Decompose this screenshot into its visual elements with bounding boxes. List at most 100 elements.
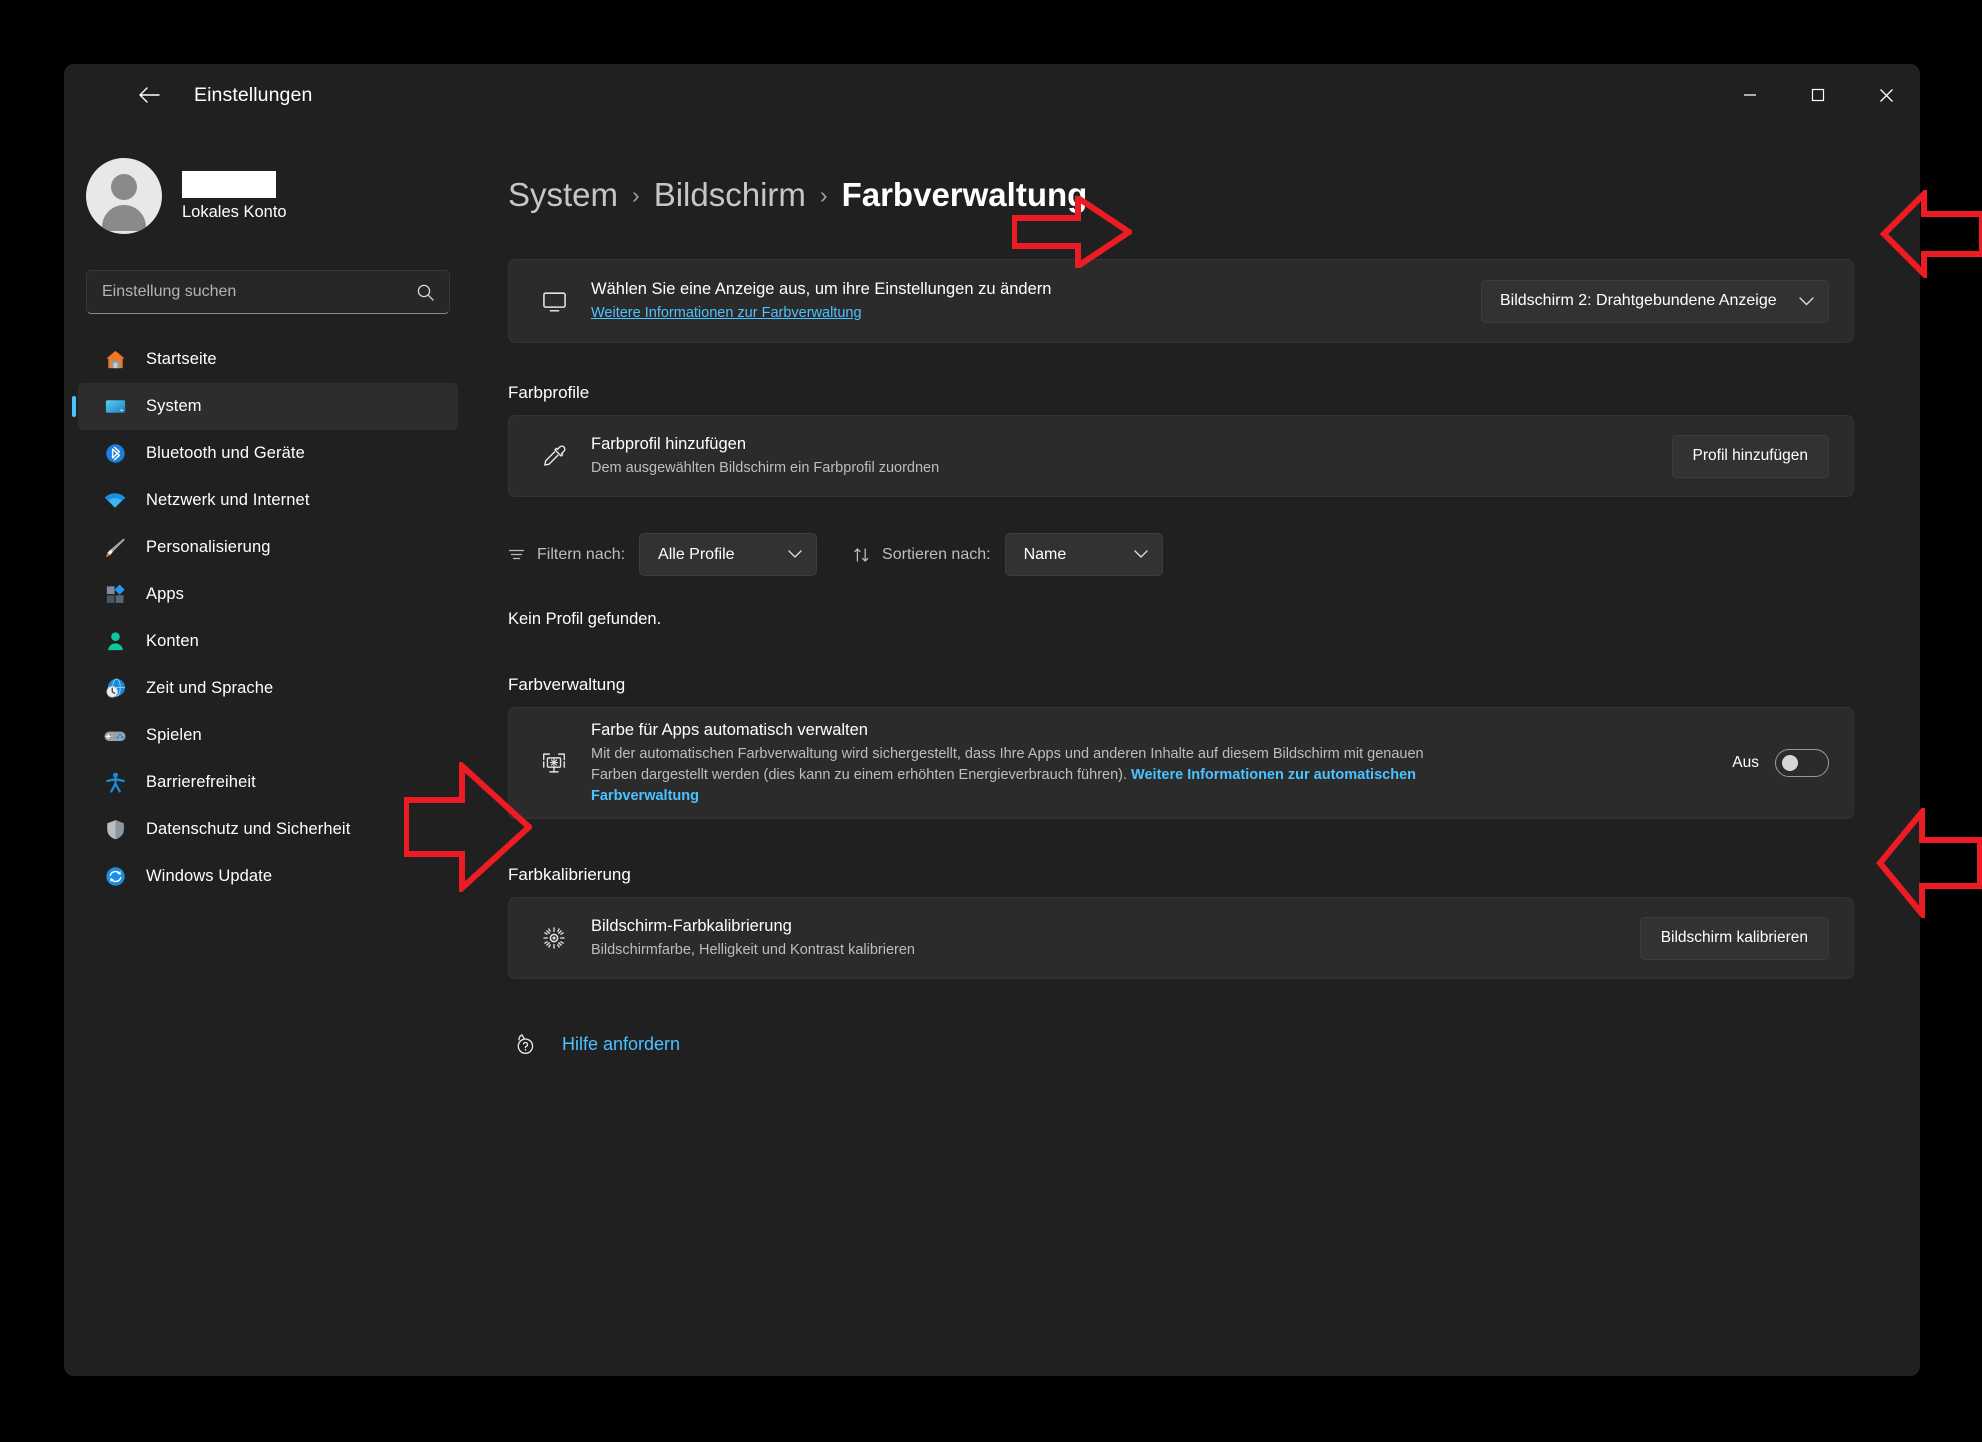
wifi-icon — [102, 489, 128, 513]
avatar-head — [111, 174, 137, 200]
back-arrow-icon — [139, 87, 160, 103]
breadcrumb-system[interactable]: System — [508, 176, 618, 214]
window-title: Einstellungen — [194, 83, 313, 106]
user-account-icon — [102, 630, 128, 653]
display-calibration-card: Bildschirm-Farbkalibrierung Bildschirmfa… — [508, 897, 1854, 979]
account-subtitle: Lokales Konto — [182, 202, 287, 221]
color-calibration-heading: Farbkalibrierung — [508, 865, 631, 884]
paintbrush-icon — [102, 536, 128, 559]
chevron-down-icon — [1133, 550, 1148, 559]
breadcrumb-separator: › — [632, 181, 640, 208]
search-box[interactable] — [86, 270, 450, 314]
auto-color-management-title: Farbe für Apps automatisch verwalten — [591, 721, 868, 740]
page-title: Farbverwaltung — [841, 176, 1088, 213]
back-button[interactable] — [126, 72, 172, 118]
add-color-profile-title: Farbprofil hinzufügen — [591, 435, 747, 454]
bluetooth-icon — [102, 442, 128, 465]
sort-dropdown[interactable]: Name — [1004, 533, 1163, 576]
sidebar-item-label: Personalisierung — [146, 538, 271, 556]
filter-dropdown-value: Alle Profile — [658, 545, 735, 563]
sidebar-item-apps[interactable]: Apps — [78, 571, 458, 618]
help-question-icon — [508, 1031, 542, 1057]
auto-color-toggle-group: Aus — [1732, 749, 1829, 777]
accessibility-icon — [102, 771, 128, 794]
color-profiles-heading: Farbprofile — [508, 383, 590, 402]
account-block[interactable]: Lokales Konto — [64, 148, 472, 244]
get-help-link[interactable]: Hilfe anfordern — [562, 1034, 680, 1055]
display-selector-card: Wählen Sie eine Anzeige aus, um ihre Ein… — [508, 259, 1854, 343]
chevron-down-icon — [1799, 296, 1814, 306]
auto-color-monitor-icon — [533, 749, 575, 777]
auto-color-management-text: Farbe für Apps automatisch verwalten Mit… — [591, 719, 1704, 806]
color-management-info-link[interactable]: Weitere Informationen zur Farbverwaltung — [591, 305, 862, 321]
sidebar-item-zeit-und-sprache[interactable]: Zeit und Sprache — [78, 665, 458, 712]
sidebar-nav: Startseite System Bluetooth und Geräte N… — [64, 336, 472, 900]
sidebar-item-label: Startseite — [146, 350, 217, 368]
sidebar-item-label: Konten — [146, 632, 199, 650]
auto-color-toggle[interactable] — [1775, 749, 1829, 777]
sidebar-item-label: Barrierefreiheit — [146, 773, 256, 791]
account-text: Lokales Konto — [182, 170, 287, 222]
sidebar-item-label: Spielen — [146, 726, 202, 744]
auto-color-management-description: Mit der automatischen Farbverwaltung wir… — [591, 744, 1471, 807]
display-calibration-text: Bildschirm-Farbkalibrierung Bildschirmfa… — [591, 915, 1640, 960]
sidebar-item-label: System — [146, 397, 202, 415]
profile-filter-row: Filtern nach: Alle Profile Sortieren nac… — [508, 533, 1854, 576]
avatar-body — [102, 205, 146, 231]
sidebar: Lokales Konto Einstellung suchen Startse… — [64, 126, 472, 1376]
color-management-heading: Farbverwaltung — [508, 675, 626, 694]
chevron-down-icon — [788, 550, 802, 559]
toggle-knob — [1782, 755, 1798, 771]
settings-window: Einstellungen Lokales Konto Einstellung … — [64, 64, 1920, 1376]
sidebar-item-label: Zeit und Sprache — [146, 679, 274, 697]
minimize-icon — [1744, 94, 1756, 96]
maximize-button[interactable] — [1784, 64, 1852, 126]
sidebar-item-bluetooth-und-geraete[interactable]: Bluetooth und Geräte — [78, 430, 458, 477]
sort-label: Sortieren nach: — [882, 545, 991, 563]
sidebar-item-personalisierung[interactable]: Personalisierung — [78, 524, 458, 571]
clock-globe-icon — [102, 677, 128, 700]
window-controls — [1716, 64, 1920, 126]
close-button[interactable] — [1852, 64, 1920, 126]
monitor-icon — [533, 288, 575, 315]
sort-arrows-icon — [853, 547, 870, 563]
sidebar-item-label: Netzwerk und Internet — [146, 491, 310, 509]
get-help-row[interactable]: Hilfe anfordern — [508, 1031, 1854, 1057]
sidebar-item-label: Apps — [146, 585, 185, 603]
display-calibration-title: Bildschirm-Farbkalibrierung — [591, 917, 792, 936]
content-pane: System › Bildschirm › Farbverwaltung Wäh… — [472, 126, 1920, 1376]
add-profile-button[interactable]: Profil hinzufügen — [1671, 434, 1829, 478]
sidebar-item-label: Datenschutz und Sicherheit — [146, 820, 351, 838]
gamepad-icon — [102, 724, 128, 748]
sidebar-item-system[interactable]: System — [72, 383, 458, 430]
sidebar-item-label: Windows Update — [146, 867, 273, 885]
maximize-icon — [1811, 88, 1825, 102]
add-color-profile-card: Farbprofil hinzufügen Dem ausgewählten B… — [508, 415, 1854, 497]
sidebar-item-barrierefreiheit[interactable]: Barrierefreiheit — [78, 759, 458, 806]
eyedropper-icon — [533, 443, 575, 470]
sort-dropdown-value: Name — [1023, 545, 1067, 563]
filter-label: Filtern nach: — [537, 545, 626, 563]
window-body: Lokales Konto Einstellung suchen Startse… — [64, 126, 1920, 1376]
search-input[interactable] — [87, 283, 408, 301]
sidebar-item-konten[interactable]: Konten — [78, 618, 458, 665]
system-monitor-icon — [102, 395, 128, 418]
auto-color-management-card: Farbe für Apps automatisch verwalten Mit… — [508, 707, 1854, 819]
sidebar-item-datenschutz-und-sicherheit[interactable]: Datenschutz und Sicherheit — [78, 806, 458, 853]
avatar — [86, 158, 162, 234]
minimize-button[interactable] — [1716, 64, 1784, 126]
breadcrumb-bildschirm[interactable]: Bildschirm — [654, 176, 806, 214]
sidebar-item-netzwerk-und-internet[interactable]: Netzwerk und Internet — [78, 477, 458, 524]
calibrate-display-button[interactable]: Bildschirm kalibrieren — [1639, 916, 1829, 960]
filter-dropdown[interactable]: Alle Profile — [639, 533, 818, 576]
sidebar-item-windows-update[interactable]: Windows Update — [78, 853, 458, 900]
display-selector-text: Wählen Sie eine Anzeige aus, um ihre Ein… — [591, 278, 1481, 324]
search-icon — [408, 283, 449, 302]
home-icon — [102, 348, 128, 371]
sidebar-item-spielen[interactable]: Spielen — [78, 712, 458, 759]
display-dropdown[interactable]: Bildschirm 2: Drahtgebundene Anzeige — [1481, 279, 1829, 323]
close-icon — [1879, 88, 1893, 102]
add-color-profile-text: Farbprofil hinzufügen Dem ausgewählten B… — [591, 433, 1672, 478]
toggle-state-label: Aus — [1732, 754, 1759, 771]
sidebar-item-startseite[interactable]: Startseite — [78, 336, 458, 383]
